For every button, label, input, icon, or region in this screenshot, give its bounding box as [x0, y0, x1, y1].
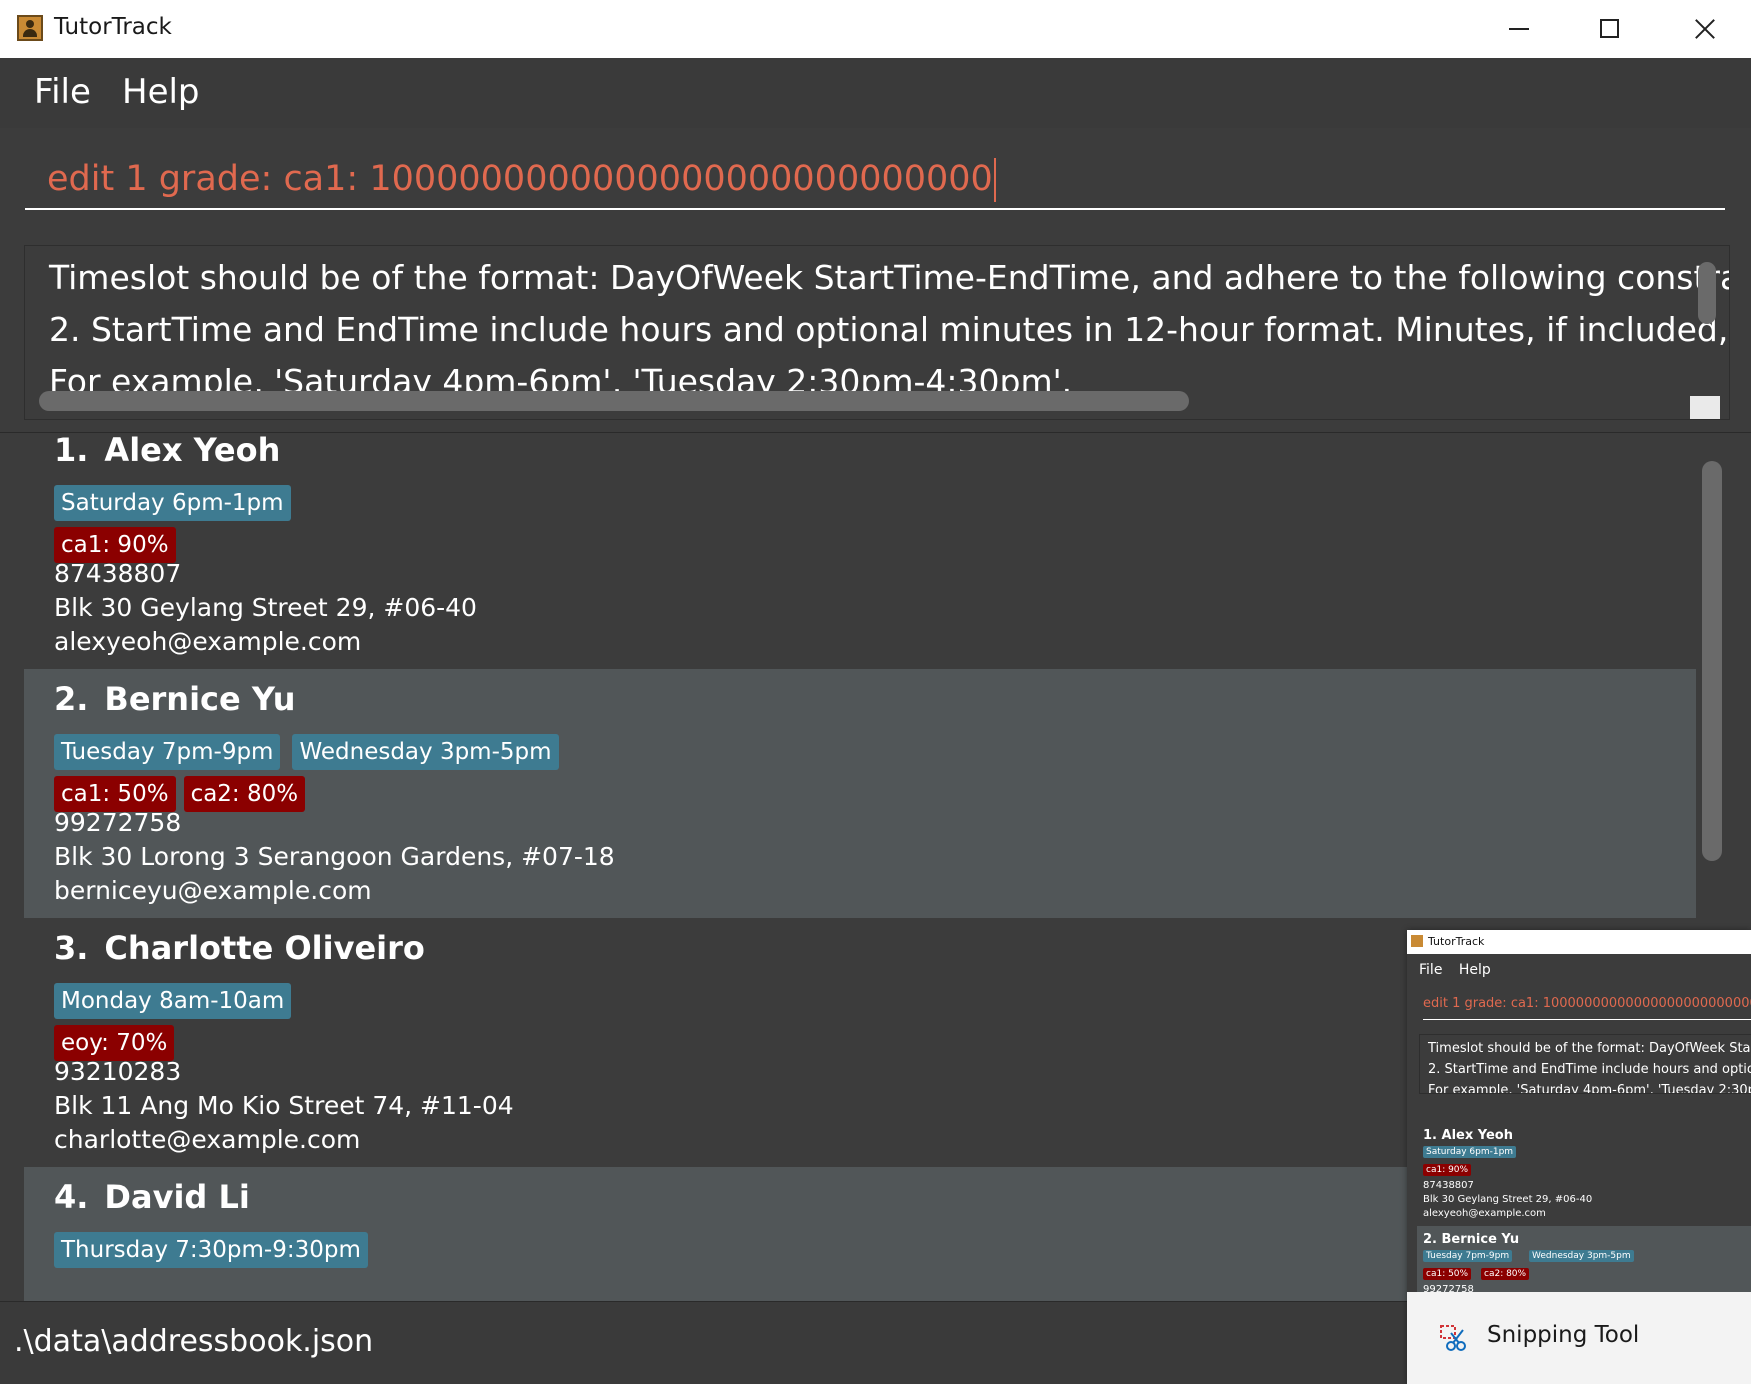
person-email: berniceyu@example.com	[54, 876, 372, 905]
person-phone: 87438807	[54, 559, 182, 588]
title-bar: TutorTrack	[0, 0, 1751, 59]
snip-timeslot-tag: Saturday 6pm-1pm	[1423, 1146, 1517, 1158]
timeslot-tags: Thursday 7:30pm-9:30pm	[54, 1232, 380, 1268]
minimize-icon[interactable]	[1474, 0, 1564, 58]
maximize-icon[interactable]	[1564, 0, 1654, 58]
person-index: 4.	[54, 1178, 89, 1216]
text-caret	[993, 158, 996, 202]
person-name: 2. Bernice Yu	[54, 680, 295, 718]
person-name-text: David Li	[104, 1178, 250, 1216]
menu-file[interactable]: File	[34, 72, 91, 112]
person-address: Blk 30 Lorong 3 Serangoon Gardens, #07-1…	[54, 842, 615, 871]
app-contact-icon	[1411, 935, 1423, 947]
snip-person-card: 1. Alex Yeoh Saturday 6pm-1pm ca1: 90% 8743…	[1417, 1122, 1751, 1226]
timeslot-tags: Monday 8am-10am	[54, 983, 303, 1019]
snip-person-phone: 87438807	[1423, 1180, 1474, 1191]
close-icon[interactable]	[1656, 0, 1746, 58]
timeslot-tag: Tuesday 7pm-9pm	[54, 734, 281, 770]
timeslot-tags: Saturday 6pm-1pm	[54, 485, 303, 521]
grade-tag: eoy: 70%	[54, 1025, 175, 1061]
snipping-tool-popup[interactable]: TutorTrack File Help edit 1 grade: ca1: …	[1407, 930, 1751, 1384]
timeslot-tags: Tuesday 7pm-9pm Wednesday 3pm-5pm	[54, 734, 571, 770]
snip-timeslot-tag: Wednesday 3pm-5pm	[1529, 1250, 1634, 1262]
snip-preview-command: edit 1 grade: ca1: 100000000000000000000…	[1423, 996, 1751, 1020]
snip-menu-file: File	[1419, 962, 1443, 978]
grade-tag: ca1: 50%	[54, 776, 176, 812]
result-line-1: Timeslot should be of the format: DayOfW…	[49, 258, 1730, 297]
person-name-text: Charlotte Oliveiro	[104, 929, 425, 967]
snip-preview-menu: File Help	[1419, 962, 1491, 978]
result-line-2: 2. StartTime and EndTime include hours a…	[49, 310, 1729, 349]
person-index: 3.	[54, 929, 89, 967]
window-title: TutorTrack	[54, 14, 172, 40]
grade-tags: ca1: 90%	[54, 527, 184, 563]
result-horizontal-scrollbar[interactable]	[39, 391, 1189, 411]
person-phone: 99272758	[54, 808, 182, 837]
person-card[interactable]: 2. Bernice Yu Tuesday 7pm-9pm Wednesday 3pm…	[24, 668, 1696, 918]
command-text: edit 1 grade: ca1: 100000000000000000000…	[47, 159, 993, 199]
person-email: charlotte@example.com	[54, 1125, 361, 1154]
snipping-tool-bar[interactable]: Snipping Tool	[1407, 1292, 1751, 1384]
person-email: alexyeoh@example.com	[54, 627, 362, 656]
person-name: 3. Charlotte Oliveiro	[54, 929, 425, 967]
person-name-text: Bernice Yu	[104, 680, 296, 718]
menu-help[interactable]: Help	[122, 72, 200, 112]
snip-result-line-2: 2. StartTime and EndTime include hours a…	[1428, 1062, 1751, 1077]
app-contact-icon	[17, 15, 43, 41]
snip-preview-result: Timeslot should be of the format: DayOfW…	[1419, 1034, 1751, 1094]
snip-grade-tag: ca2: 80%	[1481, 1268, 1530, 1280]
snip-person-email: alexyeoh@example.com	[1423, 1208, 1546, 1219]
command-input[interactable]: edit 1 grade: ca1: 100000000000000000000…	[25, 146, 1725, 210]
person-index: 1.	[54, 433, 89, 469]
person-index: 2.	[54, 680, 89, 718]
timeslot-tag: Saturday 6pm-1pm	[54, 485, 291, 521]
menu-bar: File Help	[0, 58, 1751, 128]
person-address: Blk 30 Geylang Street 29, #06-40	[54, 593, 477, 622]
grade-tag: ca1: 90%	[54, 527, 176, 563]
snip-preview-titlebar: TutorTrack	[1407, 930, 1751, 954]
person-card[interactable]: 1. Alex Yeoh Saturday 6pm-1pm ca1: 90% 87438…	[24, 433, 1696, 669]
scissors-icon	[1440, 1325, 1466, 1351]
timeslot-tag: Thursday 7:30pm-9:30pm	[54, 1232, 368, 1268]
snip-person-name: 1. Alex Yeoh	[1423, 1128, 1513, 1143]
snipping-tool-label: Snipping Tool	[1487, 1322, 1640, 1348]
person-name: 1. Alex Yeoh	[54, 433, 280, 469]
snip-person-address: Blk 30 Geylang Street 29, #06-40	[1423, 1194, 1593, 1205]
scroll-corner	[1690, 396, 1720, 419]
person-address: Blk 11 Ang Mo Kio Street 74, #11-04	[54, 1091, 514, 1120]
snip-grade-tag: ca1: 90%	[1423, 1164, 1472, 1176]
snip-result-line-3: For example, 'Saturday 4pm-6pm', 'Tuesda…	[1428, 1083, 1751, 1094]
result-display-panel: Timeslot should be of the format: DayOfW…	[0, 232, 1751, 433]
person-name: 4. David Li	[54, 1178, 250, 1216]
result-vertical-scrollbar[interactable]	[1698, 262, 1716, 324]
snip-timeslot-tag: Tuesday 7pm-9pm	[1423, 1250, 1513, 1262]
grade-tags: ca1: 50% ca2: 80%	[54, 776, 313, 812]
result-display[interactable]: Timeslot should be of the format: DayOfW…	[24, 245, 1730, 420]
grade-tags: eoy: 70%	[54, 1025, 182, 1061]
grade-tag: ca2: 80%	[183, 776, 306, 812]
person-list-scrollbar[interactable]	[1702, 461, 1722, 861]
snip-result-line-1: Timeslot should be of the format: DayOfW…	[1428, 1041, 1751, 1056]
person-name-text: Alex Yeoh	[104, 433, 281, 469]
timeslot-tag: Wednesday 3pm-5pm	[292, 734, 559, 770]
snip-grade-tag: ca1: 50%	[1423, 1268, 1472, 1280]
tutortrack-window: TutorTrack File Help edit 1 grade: ca1: …	[0, 0, 1751, 1384]
status-file-path: .\data\addressbook.json	[14, 1324, 374, 1359]
snip-person-name: 2. Bernice Yu	[1423, 1232, 1520, 1247]
snip-menu-help: Help	[1458, 962, 1491, 978]
person-phone: 93210283	[54, 1057, 182, 1086]
timeslot-tag: Monday 8am-10am	[54, 983, 292, 1019]
command-box: edit 1 grade: ca1: 100000000000000000000…	[0, 128, 1751, 232]
snip-preview-title: TutorTrack	[1428, 935, 1485, 948]
